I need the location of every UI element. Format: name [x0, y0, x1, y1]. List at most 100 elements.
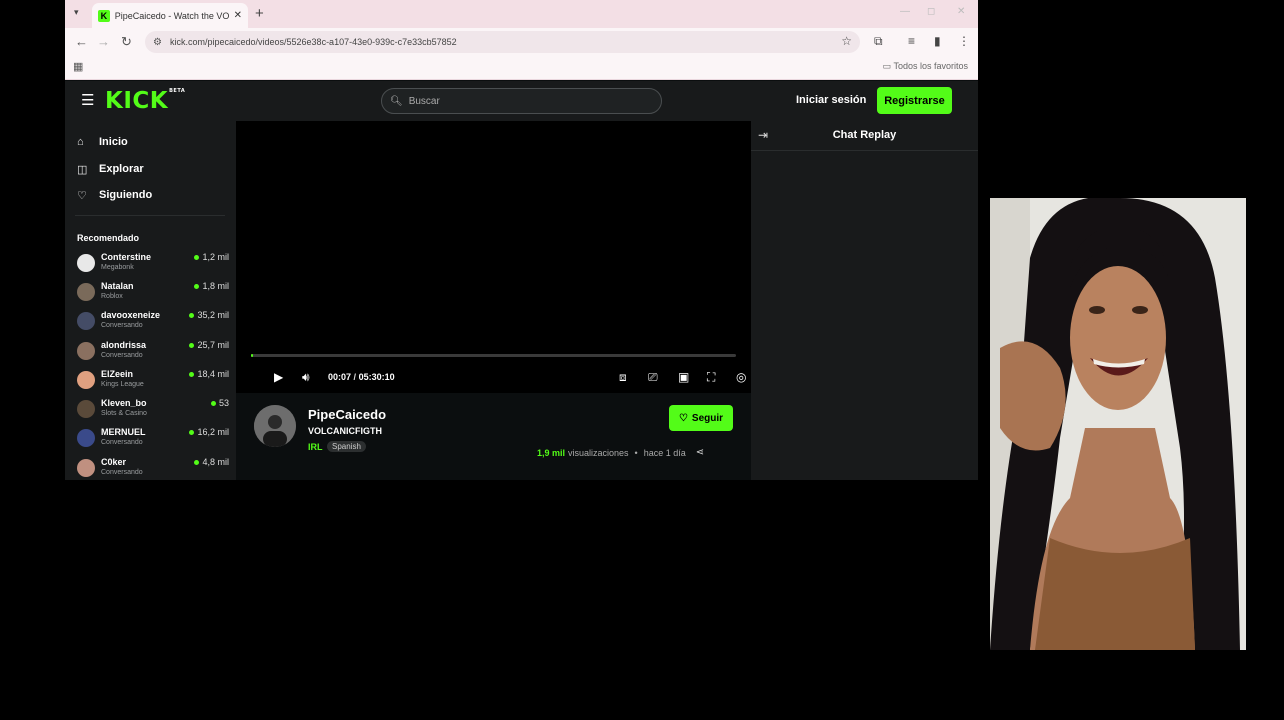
compass-icon: ◫ — [77, 163, 88, 176]
theater-mode-icon[interactable]: ▣ — [678, 370, 689, 384]
recommended-channel[interactable]: MERNUEL Conversando 16,2 mil — [77, 427, 229, 455]
sidebar-item-inicio[interactable]: ⌂ Inicio — [77, 132, 128, 152]
viewer-count: 1,8 mil — [194, 281, 229, 291]
live-dot-icon — [189, 312, 195, 318]
hamburger-menu-icon[interactable]: ☰ — [81, 91, 94, 109]
menu-icon[interactable]: ⋮ — [958, 34, 970, 48]
live-dot-icon — [189, 429, 195, 435]
heart-icon: ♡ — [678, 412, 688, 424]
viewer-count: 1,2 mil — [194, 252, 229, 262]
kick-favicon-icon: K — [98, 9, 110, 22]
live-dot-icon — [189, 371, 195, 377]
search-input[interactable]: 🔍︎ Buscar — [381, 88, 662, 114]
home-icon: ⌂ — [77, 136, 84, 148]
all-bookmarks-label: Todos los favoritos — [893, 61, 968, 71]
close-tab-icon[interactable]: ✕ — [234, 10, 242, 21]
recommended-channel[interactable]: Conterstine Megabonk 1,2 mil — [77, 252, 229, 280]
search-placeholder: Buscar — [408, 95, 440, 107]
kick-logo-badge: BETA — [169, 88, 186, 94]
live-dot-icon — [194, 254, 200, 260]
avatar — [77, 371, 95, 389]
category-tag[interactable]: IRL — [308, 442, 323, 452]
avatar — [77, 400, 95, 418]
language-tag[interactable]: Spanish — [327, 441, 366, 452]
tab-search-icon[interactable]: ▾ — [74, 7, 79, 18]
maximize-icon[interactable]: ◻ — [927, 6, 935, 17]
miniplayer-icon[interactable]: ⧈ — [619, 370, 627, 385]
minimize-icon[interactable]: — — [900, 6, 910, 17]
forward-icon[interactable]: → — [97, 34, 110, 49]
media-controls-icon[interactable]: ≡ — [908, 34, 915, 48]
video-age: hace 1 día — [643, 447, 686, 458]
volume-icon[interactable]: 🔊︎ — [302, 370, 310, 385]
viewer-count-value: 53 — [218, 398, 229, 408]
channel-category: Slots & Casino — [101, 410, 147, 417]
channel-avatar[interactable] — [254, 405, 296, 447]
recommended-channel[interactable]: ElZeein Kings League 18,4 mil — [77, 369, 229, 397]
time-display: 00:07 / 05:30:10 — [328, 372, 395, 382]
apps-grid-icon[interactable]: ▦ — [73, 60, 83, 73]
recommended-channel[interactable]: alondrissa Conversando 25,7 mil — [77, 340, 229, 368]
clip-icon[interactable]: ⎚ — [648, 370, 658, 385]
address-bar[interactable]: ⚙ kick.com/pipecaicedo/videos/5526e38c-a… — [145, 31, 860, 53]
browser-window: ▾ K PipeCaicedo - Watch the VOD o ✕ + — … — [65, 0, 978, 480]
bookmark-star-icon[interactable]: ☆ — [841, 34, 852, 48]
avatar — [77, 283, 95, 301]
site-info-icon[interactable]: ⚙ — [153, 37, 162, 48]
tab-bar: ▾ K PipeCaicedo - Watch the VOD o ✕ + — … — [65, 0, 978, 28]
register-button[interactable]: Registrarse — [877, 87, 952, 114]
browser-tab[interactable]: K PipeCaicedo - Watch the VOD o ✕ — [92, 3, 248, 28]
kick-logo[interactable]: KICKBETA — [105, 88, 185, 114]
kick-header: ☰ KICKBETA 🔍︎ Buscar Iniciar sesión Regi… — [65, 81, 978, 121]
avatar — [77, 254, 95, 272]
progress-fill — [251, 354, 254, 357]
playback-speed-icon[interactable]: ◎ — [736, 370, 746, 384]
sidebar-item-explorar[interactable]: ◫ Explorar — [77, 159, 144, 179]
recommended-channel[interactable]: Natalan Roblox 1,8 mil — [77, 281, 229, 309]
bookmarks-bar: ▦ ▭ Todos los favoritos — [65, 56, 978, 80]
video-info: PipeCaicedo VOLCANICFIGTH IRL Spanish ♡ S… — [236, 393, 751, 480]
all-bookmarks[interactable]: ▭ Todos los favoritos — [883, 61, 968, 72]
fullscreen-icon[interactable]: ⛶ — [707, 370, 715, 385]
avatar — [77, 459, 95, 477]
channel-category: Conversando — [101, 322, 143, 329]
viewer-count-value: 16,2 mil — [197, 427, 229, 437]
video-stats: 1,9 mil visualizaciones • hace 1 día ⋖ — [537, 447, 704, 458]
webcam-overlay — [990, 198, 1246, 650]
reload-icon[interactable]: ↻ — [121, 34, 132, 50]
progress-bar[interactable] — [251, 354, 736, 357]
url-text: kick.com/pipecaicedo/videos/5526e38c-a10… — [169, 37, 457, 47]
webcam-person-image — [990, 198, 1246, 650]
sidebar-item-siguiendo[interactable]: ♡ Siguiendo — [77, 185, 152, 205]
viewer-count-value: 4,8 mil — [202, 457, 229, 467]
chat-title: Chat Replay — [832, 129, 897, 141]
recommended-channel[interactable]: Kleven_bo Slots & Casino 53 — [77, 398, 229, 426]
sidebar-divider — [75, 215, 225, 216]
viewer-count-value: 1,2 mil — [202, 252, 229, 262]
channel-name: Kleven_bo — [101, 398, 147, 408]
recommended-channel[interactable]: C0ker Conversando 4,8 mil — [77, 457, 229, 480]
profile-icon[interactable]: ▮ — [934, 34, 941, 48]
avatar — [77, 312, 95, 330]
browser-toolbar: ← → ↻ ⚙ kick.com/pipecaicedo/videos/5526… — [65, 28, 978, 56]
play-icon[interactable]: ▶ — [274, 370, 283, 384]
viewer-count: 53 — [210, 398, 229, 408]
views-label: visualizaciones — [568, 447, 629, 458]
extensions-icon[interactable]: ⧉ — [874, 34, 883, 49]
follow-button[interactable]: ♡ Seguir — [669, 405, 733, 431]
login-button[interactable]: Iniciar sesión — [796, 94, 866, 106]
new-tab-icon[interactable]: + — [255, 5, 264, 22]
viewer-count-value: 25,7 mil — [197, 340, 229, 350]
share-icon[interactable]: ⋖ — [696, 447, 704, 458]
channel-category: Kings League — [101, 381, 144, 388]
channel-name: davooxeneize — [101, 310, 161, 320]
channel-name[interactable]: PipeCaicedo — [308, 407, 386, 422]
back-icon[interactable]: ← — [75, 34, 88, 49]
duration: 05:30:10 — [358, 372, 395, 382]
recommended-channel[interactable]: davooxeneize Conversando 35,2 mil — [77, 310, 229, 338]
current-time: 00:07 — [328, 372, 352, 382]
viewer-count-value: 35,2 mil — [197, 310, 229, 320]
channel-category: Roblox — [101, 293, 123, 300]
video-player[interactable]: ▶ 🔊︎ 00:07 / 05:30:10 ⧈ ⎚ ▣ ⛶ ◎ ⚙ — [236, 121, 777, 393]
close-window-icon[interactable]: ✕ — [957, 6, 965, 17]
